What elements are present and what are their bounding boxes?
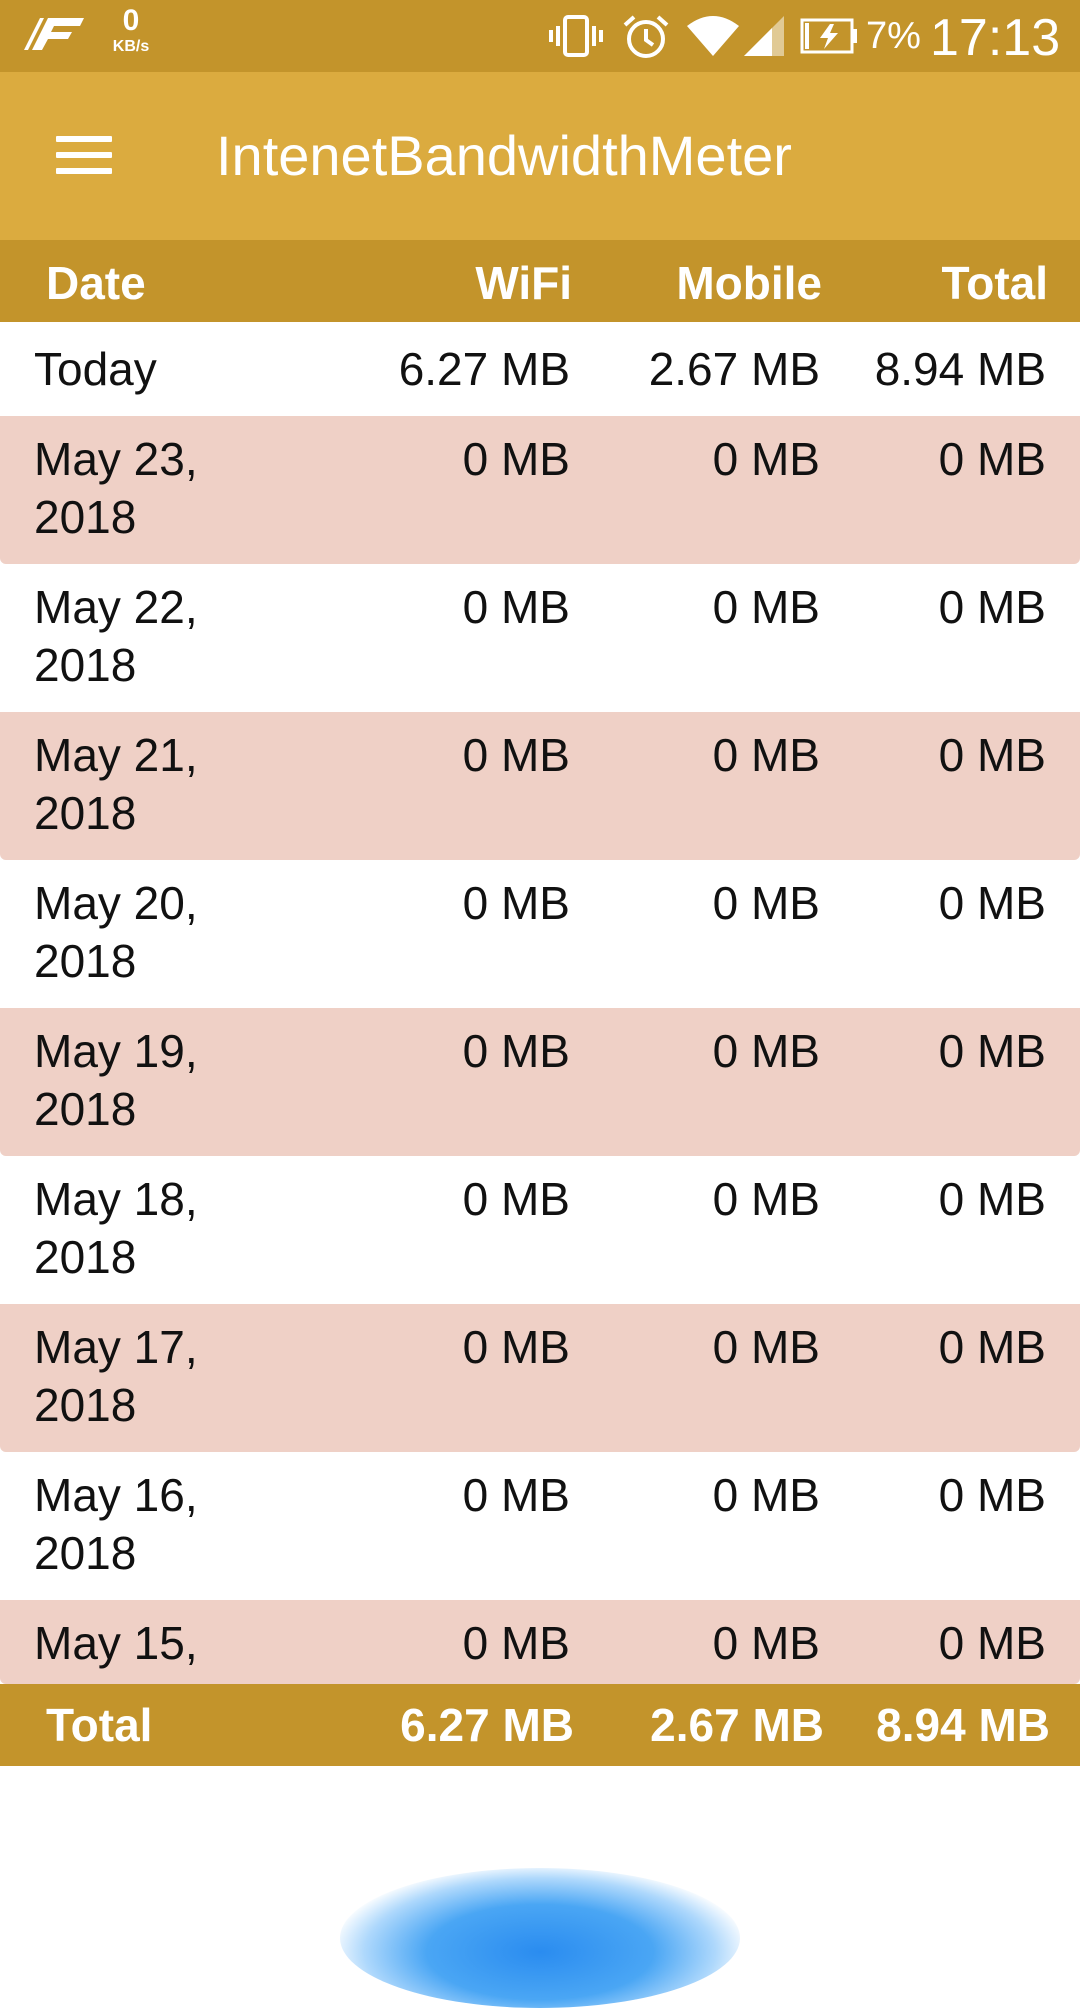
- app-bar: IntenetBandwidthMeter: [0, 72, 1080, 240]
- battery-percent: 7%: [866, 15, 921, 57]
- vibrate-icon: [548, 14, 604, 63]
- row-date: May 21, 2018: [34, 729, 198, 839]
- row-date: May 15,: [34, 1617, 198, 1669]
- row-mobile: 2.67 MB: [648, 343, 820, 395]
- table-row: May 17, 2018 0 MB 0 MB 0 MB: [0, 1304, 1080, 1452]
- row-date: May 17, 2018: [34, 1321, 198, 1431]
- row-total: 0 MB: [938, 729, 1046, 781]
- row-wifi: 0 MB: [462, 1469, 570, 1521]
- clock-time: 17:13: [930, 9, 1061, 67]
- footer-label: Total: [46, 1699, 153, 1751]
- row-wifi: 0 MB: [462, 1321, 570, 1373]
- table-header: Date WiFi Mobile Total: [0, 240, 1080, 322]
- status-bar: 0 KB/s 7% 17:13: [0, 0, 1080, 72]
- table-row: May 23, 2018 0 MB 0 MB 0 MB: [0, 416, 1080, 564]
- header-total: Total: [941, 257, 1048, 309]
- row-mobile: 0 MB: [712, 877, 820, 929]
- row-date: May 19, 2018: [34, 1025, 198, 1135]
- row-wifi: 0 MB: [462, 877, 570, 929]
- row-total: 0 MB: [938, 1173, 1046, 1225]
- table-footer-total: Total 6.27 MB 2.67 MB 8.94 MB: [0, 1684, 1080, 1766]
- header-date: Date: [46, 257, 146, 309]
- row-date: May 20, 2018: [34, 877, 198, 987]
- hamburger-menu-icon[interactable]: [44, 124, 124, 188]
- row-total: 0 MB: [938, 877, 1046, 929]
- row-total: 0 MB: [938, 581, 1046, 633]
- table-row: May 20, 2018 0 MB 0 MB 0 MB: [0, 860, 1080, 1008]
- row-wifi: 0 MB: [462, 433, 570, 485]
- row-mobile: 0 MB: [712, 581, 820, 633]
- network-speed-value: 0: [122, 4, 140, 37]
- battery-charging-icon: [800, 14, 860, 63]
- table-row: May 22, 2018 0 MB 0 MB 0 MB: [0, 564, 1080, 712]
- row-total: 8.94 MB: [874, 343, 1046, 395]
- wifi-icon: [686, 14, 740, 63]
- row-mobile: 0 MB: [712, 1617, 820, 1669]
- table-row: May 15, 0 MB 0 MB 0 MB: [0, 1600, 1080, 1684]
- row-date: Today: [34, 343, 157, 395]
- bottom-glow: [340, 1868, 740, 2008]
- row-wifi: 0 MB: [462, 1025, 570, 1077]
- table-row: May 18, 2018 0 MB 0 MB 0 MB: [0, 1156, 1080, 1304]
- alarm-icon: [622, 14, 670, 65]
- header-wifi: WiFi: [475, 257, 572, 309]
- network-speed-unit: KB/s: [112, 38, 150, 55]
- table-row: May 19, 2018 0 MB 0 MB 0 MB: [0, 1008, 1080, 1156]
- footer-mobile-total: 2.67 MB: [650, 1699, 824, 1751]
- row-total: 0 MB: [938, 433, 1046, 485]
- row-date: May 23, 2018: [34, 433, 198, 543]
- table-row: May 21, 2018 0 MB 0 MB 0 MB: [0, 712, 1080, 860]
- footer-grand-total: 8.94 MB: [876, 1699, 1050, 1751]
- app-logo-icon: [22, 12, 86, 57]
- row-wifi: 0 MB: [462, 1173, 570, 1225]
- signal-icon: [742, 14, 786, 63]
- row-wifi: 0 MB: [462, 1617, 570, 1669]
- header-mobile: Mobile: [676, 257, 822, 309]
- row-mobile: 0 MB: [712, 1469, 820, 1521]
- table-row: Today 6.27 MB 2.67 MB 8.94 MB: [0, 322, 1080, 416]
- row-mobile: 0 MB: [712, 1025, 820, 1077]
- app-title: IntenetBandwidthMeter: [216, 124, 792, 187]
- row-total: 0 MB: [938, 1025, 1046, 1077]
- row-mobile: 0 MB: [712, 1173, 820, 1225]
- footer-wifi-total: 6.27 MB: [400, 1699, 574, 1751]
- row-mobile: 0 MB: [712, 1321, 820, 1373]
- row-wifi: 0 MB: [462, 581, 570, 633]
- row-wifi: 6.27 MB: [398, 343, 570, 395]
- row-date: May 16, 2018: [34, 1469, 198, 1579]
- bandwidth-table: Date WiFi Mobile Total Today 6.27 MB 2.6…: [0, 240, 1080, 1766]
- row-wifi: 0 MB: [462, 729, 570, 781]
- row-date: May 18, 2018: [34, 1173, 198, 1283]
- row-total: 0 MB: [938, 1469, 1046, 1521]
- network-speed: 0 KB/s: [104, 6, 158, 55]
- table-row: May 16, 2018 0 MB 0 MB 0 MB: [0, 1452, 1080, 1600]
- row-total: 0 MB: [938, 1321, 1046, 1373]
- row-mobile: 0 MB: [712, 433, 820, 485]
- row-total: 0 MB: [938, 1617, 1046, 1669]
- row-mobile: 0 MB: [712, 729, 820, 781]
- row-date: May 22, 2018: [34, 581, 198, 691]
